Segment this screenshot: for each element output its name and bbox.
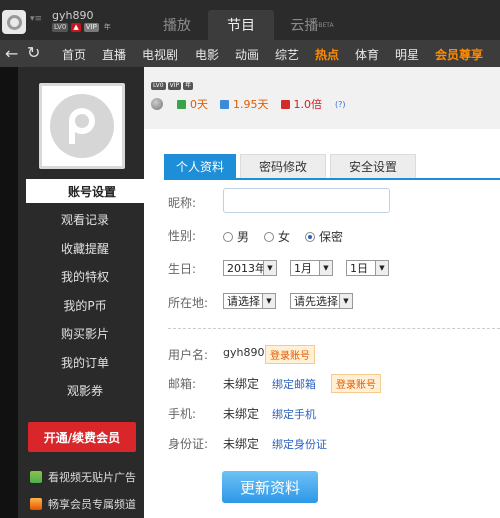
sidebar-item-favorites[interactable]: 收藏提醒 — [26, 236, 144, 260]
nickname-input[interactable] — [223, 188, 390, 213]
nav-hot[interactable]: 热点 — [315, 46, 339, 63]
tab-password[interactable]: 密码修改 — [240, 154, 326, 178]
left-edge — [0, 67, 18, 518]
gender-male-radio[interactable]: 男 — [223, 228, 249, 245]
bind-phone-link[interactable]: 绑定手机 — [272, 406, 316, 422]
title-bar: ▾≡ gyh890 LV0 ▲ VIP 年 播放 节目 云播 BETA — [0, 0, 500, 40]
email-login-tag: 登录账号 — [331, 374, 381, 393]
nav-home[interactable]: 首页 — [62, 46, 86, 63]
promo-vip-channel-label: 畅享会员专属频道 — [48, 498, 136, 511]
province-select[interactable]: 请选择 ▼ — [223, 293, 276, 309]
year-badge: 年 — [183, 82, 194, 90]
vip-renew-button[interactable]: 开通/续费会员 — [28, 422, 136, 452]
phone-value: 未绑定 — [223, 407, 260, 421]
promo-no-ads[interactable]: 看视频无贴片广告 — [30, 469, 136, 485]
nickname-label: 昵称: — [168, 196, 197, 210]
email-value: 未绑定 — [223, 377, 260, 391]
nav-movie[interactable]: 电影 — [195, 46, 219, 63]
help-link[interactable]: (?) — [335, 100, 346, 109]
year-badge: 年 — [103, 23, 111, 31]
vip-badge: VIP — [83, 23, 99, 32]
chevron-down-icon: ▼ — [319, 261, 332, 275]
username[interactable]: gyh890 — [52, 9, 93, 22]
gender-label: 性别: — [168, 229, 197, 243]
back-arrow-icon[interactable]: ← — [5, 44, 18, 63]
sidebar-item-history[interactable]: 观看记录 — [26, 207, 144, 231]
level-badge: LV0 — [151, 82, 166, 90]
menu-icon[interactable]: ▾≡ — [30, 14, 42, 24]
sidebar-item-purchase[interactable]: 购买影片 — [26, 321, 144, 345]
sidebar-item-pcoins[interactable]: 我的P币 — [26, 293, 144, 317]
vip-channel-icon — [30, 498, 42, 510]
user-badges: LV0 ▲ VIP 年 — [52, 23, 113, 32]
birthday-label: 生日: — [168, 262, 197, 276]
level-orb-icon — [151, 98, 163, 110]
gender-secret-radio[interactable]: 保密 — [305, 228, 343, 245]
profile-stats: 0天 1.95天 1.0倍 (?) — [151, 96, 346, 112]
multiplier-icon — [280, 99, 290, 109]
pptv-logo-icon — [50, 94, 114, 158]
main-panel: LV0 VIP 年 0天 1.95天 1.0倍 (?) 个人资料 密码修改 安全… — [144, 67, 500, 518]
nav-bar: ← ↻ 首页 直播 电视剧 电影 动画 综艺 热点 体育 明星 会员尊享 — [0, 40, 500, 67]
bind-id-link[interactable]: 绑定身份证 — [272, 436, 327, 452]
refresh-icon[interactable]: ↻ — [27, 43, 40, 62]
play-days: 0天 — [190, 98, 208, 111]
id-value: 未绑定 — [223, 437, 260, 451]
chevron-down-icon: ▼ — [262, 294, 275, 308]
tab-security[interactable]: 安全设置 — [330, 154, 416, 178]
divider — [168, 328, 500, 329]
tab-underline — [164, 178, 500, 180]
chevron-down-icon: ▼ — [263, 261, 276, 275]
chevron-down-icon: ▼ — [375, 261, 388, 275]
email-label: 邮箱: — [168, 377, 197, 391]
chevron-down-icon: ▼ — [339, 294, 352, 308]
username-value: gyh890 — [223, 346, 265, 359]
vip-days: 1.95天 — [233, 98, 269, 111]
birthday-day-select[interactable]: 1日 ▼ — [346, 260, 389, 276]
location-label: 所在地: — [168, 296, 209, 310]
vip-days-icon — [220, 99, 229, 109]
profile-summary: LV0 VIP 年 0天 1.95天 1.0倍 (?) — [144, 67, 500, 129]
nav-vip[interactable]: 会员尊享 — [435, 46, 483, 63]
id-label: 身份证: — [168, 437, 209, 451]
multiplier: 1.0倍 — [293, 98, 323, 111]
tab-programs[interactable]: 节目 — [208, 10, 274, 40]
sidebar-item-tickets[interactable]: 观影券 — [26, 378, 144, 402]
username-login-tag: 登录账号 — [265, 345, 315, 364]
up-arrow-icon: ▲ — [71, 23, 81, 32]
phone-label: 手机: — [168, 407, 197, 421]
bind-email-link[interactable]: 绑定邮箱 — [272, 376, 316, 392]
username-label: 用户名: — [168, 348, 209, 362]
profile-badges: LV0 VIP 年 — [151, 82, 194, 90]
tab-play[interactable]: 播放 — [148, 10, 206, 40]
update-profile-button[interactable]: 更新资料 — [222, 471, 318, 503]
nav-anime[interactable]: 动画 — [235, 46, 259, 63]
level-badge: LV0 — [52, 23, 69, 32]
sidebar: 账号设置 观看记录 收藏提醒 我的特权 我的P币 购买影片 我的订单 观影券 开… — [18, 67, 158, 518]
nav-live[interactable]: 直播 — [102, 46, 126, 63]
play-days-icon — [177, 99, 186, 109]
tab-profile[interactable]: 个人资料 — [164, 154, 236, 178]
avatar[interactable] — [39, 83, 125, 169]
birthday-year-select[interactable]: 2013年 ▼ — [223, 260, 277, 276]
app-logo-icon[interactable] — [2, 10, 26, 34]
birthday-month-select[interactable]: 1月 ▼ — [290, 260, 333, 276]
gender-female-radio[interactable]: 女 — [264, 228, 290, 245]
sidebar-item-orders[interactable]: 我的订单 — [26, 350, 144, 374]
nav-tv[interactable]: 电视剧 — [142, 46, 178, 63]
promo-vip-channel[interactable]: 畅享会员专属频道 — [30, 496, 136, 512]
vip-badge: VIP — [167, 82, 182, 90]
nav-variety[interactable]: 综艺 — [275, 46, 299, 63]
sidebar-item-account[interactable]: 账号设置 — [26, 179, 158, 203]
nav-sports[interactable]: 体育 — [355, 46, 379, 63]
nav-stars[interactable]: 明星 — [395, 46, 419, 63]
promo-no-ads-label: 看视频无贴片广告 — [48, 471, 136, 484]
sidebar-item-privileges[interactable]: 我的特权 — [26, 264, 144, 288]
city-select[interactable]: 请先选择 ▼ — [290, 293, 353, 309]
no-ads-icon — [30, 471, 42, 483]
tab-cloud-play[interactable]: 云播 BETA — [280, 10, 344, 40]
